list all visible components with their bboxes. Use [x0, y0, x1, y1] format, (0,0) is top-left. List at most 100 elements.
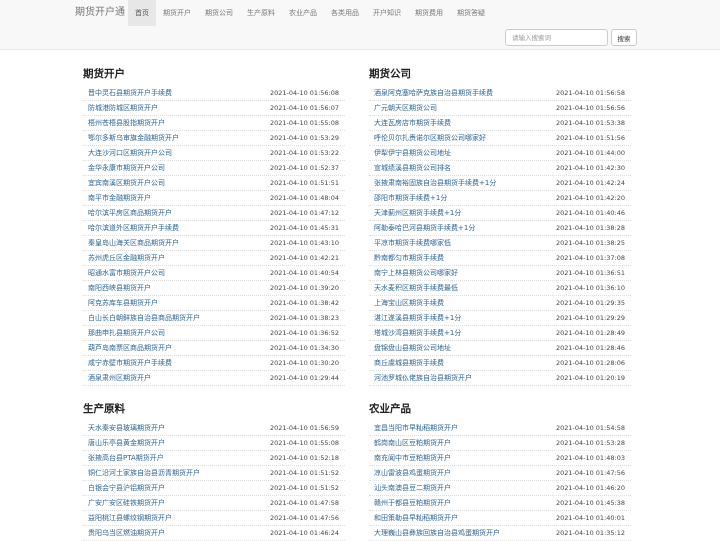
article-link[interactable]: 咸宁赤壁市期货开户手续费 — [83, 358, 172, 368]
article-link[interactable]: 鹤岗南山区豆粕期货开户 — [369, 438, 451, 448]
article-date: 2021-04-10 01:20:19 — [555, 374, 625, 382]
article-link[interactable]: 大连瓦房店市期货手续费 — [369, 118, 451, 128]
list-item: 昭通水富市期货开户公司 2021-04-10 01:40:54 — [83, 266, 345, 281]
list-item: 咸宁赤壁市期货开户手续费 2021-04-10 01:30:20 — [83, 356, 345, 371]
article-link[interactable]: 防城港防城区期货开户 — [83, 103, 158, 113]
article-link[interactable]: 广安广安区硅铁期货开户 — [83, 498, 165, 508]
article-link[interactable]: 大连沙河口区期货开户公司 — [83, 148, 172, 158]
article-link[interactable]: 天水麦积区期货手续费最低 — [369, 283, 458, 293]
article-link[interactable]: 天水秦安县玻璃期货开户 — [83, 423, 165, 433]
article-link[interactable]: 广元朝天区期货公司 — [369, 103, 437, 113]
article-date: 2021-04-10 01:51:52 — [269, 484, 339, 492]
article-date: 2021-04-10 01:52:18 — [269, 454, 339, 462]
nav-item-raw-materials[interactable]: 生产原料 — [240, 0, 282, 26]
article-link[interactable]: 梧州苍梧县股指期货开户 — [83, 118, 165, 128]
article-link[interactable]: 南平市金融期货开户 — [83, 193, 151, 203]
article-list: 宜昌当阳市早籼稻期货开户 2021-04-10 01:54:58 鹤岗南山区豆粕期货… — [369, 421, 631, 541]
article-link[interactable]: 黔南都匀市期货手续费 — [369, 253, 444, 263]
article-link[interactable]: 河池罗城仫佬族自治县期货开户 — [369, 373, 472, 383]
nav-item-account-knowledge[interactable]: 开户知识 — [366, 0, 408, 26]
article-link[interactable]: 张掖高台县PTA期货开户 — [83, 453, 164, 463]
article-link[interactable]: 伊犁伊宁县期货公司地址 — [369, 148, 451, 158]
nav-item-qa[interactable]: 期货答疑 — [450, 0, 492, 26]
list-item: 天津蓟州区期货手续费+1分 2021-04-10 01:40:46 — [369, 206, 631, 221]
list-item: 凉山雷波县鸡蛋期货开户 2021-04-10 01:47:56 — [369, 466, 631, 481]
article-link[interactable]: 苏州虎丘区金融期货开户 — [83, 253, 165, 263]
list-item: 阿克苏库车县期货开户 2021-04-10 01:38:42 — [83, 296, 345, 311]
article-date: 2021-04-10 01:38:23 — [269, 314, 339, 322]
article-link[interactable]: 酒泉肃州区期货开户 — [83, 373, 151, 383]
article-link[interactable]: 邵阳市期货手续费+1分 — [369, 193, 447, 203]
article-link[interactable]: 白银会宁县沪铝期货开户 — [83, 483, 165, 493]
nav-item-fees[interactable]: 期货费用 — [408, 0, 450, 26]
list-item: 商丘虞城县期货手续费 2021-04-10 01:28:06 — [369, 356, 631, 371]
list-item: 汕头南澳县豆二期货开户 2021-04-10 01:46:20 — [369, 481, 631, 496]
list-item: 防城港防城区期货开户 2021-04-10 01:56:07 — [83, 101, 345, 116]
article-link[interactable]: 南充阆中市豆粕期货开户 — [369, 453, 451, 463]
article-link[interactable]: 益阳桃江县螺纹钢期货开户 — [83, 513, 172, 523]
article-link[interactable]: 凉山雷波县鸡蛋期货开户 — [369, 468, 451, 478]
article-link[interactable]: 金华永康市期货开户公司 — [83, 163, 165, 173]
article-link[interactable]: 南宁上林县期货公司哪家好 — [369, 268, 458, 278]
article-link[interactable]: 宜宾南溪区期货开户公司 — [83, 178, 165, 188]
article-link[interactable]: 白山长白朝鲜族自治县商品期货开户 — [83, 313, 200, 323]
article-link[interactable]: 宜昌当阳市早籼稻期货开户 — [369, 423, 458, 433]
article-link[interactable]: 南阳西峡县期货开户 — [83, 283, 151, 293]
list-item: 宜宾南溪区期货开户公司 2021-04-10 01:51:51 — [83, 176, 345, 191]
article-date: 2021-04-10 01:28:46 — [555, 344, 625, 352]
article-date: 2021-04-10 01:38:25 — [555, 239, 625, 247]
list-item: 哈尔滨平房区商品期货开户 2021-04-10 01:47:12 — [83, 206, 345, 221]
nav-item-futures-company[interactable]: 期货公司 — [198, 0, 240, 26]
article-date: 2021-04-10 01:47:56 — [269, 514, 339, 522]
section-futures-account: 期货开户 晋中灵石县期货开户手续费 2021-04-10 01:56:08 防城港防… — [83, 67, 345, 386]
article-link[interactable]: 哈尔滨平房区商品期货开户 — [83, 208, 172, 218]
article-link[interactable]: 阿克苏库车县期货开户 — [83, 298, 158, 308]
section-title: 期货公司 — [369, 68, 411, 80]
list-item: 阿勒泰哈巴河县期货手续费+1分 2021-04-10 01:38:28 — [369, 221, 631, 236]
article-link[interactable]: 唐山乐亭县黄金期货开户 — [83, 438, 165, 448]
section-raw-materials: 生产原料 天水秦安县玻璃期货开户 2021-04-10 01:56:59 唐山乐亭县… — [83, 402, 345, 541]
article-link[interactable]: 汕头南澳县豆二期货开户 — [369, 483, 451, 493]
article-link[interactable]: 平凉市期货手续费哪家低 — [369, 238, 451, 248]
article-link[interactable]: 鄂尔多斯乌审旗金融期货开户 — [83, 133, 179, 143]
article-link[interactable]: 张掖肃南裕固族自治县期货手续费+1分 — [369, 178, 496, 188]
article-link[interactable]: 商丘虞城县期货手续费 — [369, 358, 444, 368]
article-link[interactable]: 晋中灵石县期货开户手续费 — [83, 88, 172, 98]
article-link[interactable]: 呼伦贝尔扎赉诺尔区期货公司哪家好 — [369, 133, 486, 143]
nav-item-home[interactable]: 首页 — [128, 0, 156, 26]
list-item: 天水秦安县玻璃期货开户 2021-04-10 01:56:59 — [83, 421, 345, 436]
article-link[interactable]: 酒泉阿克塞哈萨克族自治县期货手续费 — [369, 88, 493, 98]
article-link[interactable]: 上海宝山区期货手续费 — [369, 298, 444, 308]
article-link[interactable]: 湛江遂溪县期货手续费+1分 — [369, 313, 461, 323]
article-date: 2021-04-10 01:30:20 — [269, 359, 339, 367]
article-date: 2021-04-10 01:36:52 — [269, 329, 339, 337]
search-input[interactable] — [505, 29, 608, 46]
article-link[interactable]: 葫芦岛南票区商品期货开户 — [83, 343, 172, 353]
article-link[interactable]: 大理巍山县彝族回族自治县鸡蛋期货开户 — [369, 528, 500, 538]
article-link[interactable]: 阿勒泰哈巴河县期货手续费+1分 — [369, 223, 475, 233]
list-item: 伊犁伊宁县期货公司地址 2021-04-10 01:44:00 — [369, 146, 631, 161]
list-item: 宜昌当阳市早籼稻期货开户 2021-04-10 01:54:58 — [369, 421, 631, 436]
nav-item-futures-account[interactable]: 期货开户 — [156, 0, 198, 26]
list-item: 唐山乐亭县黄金期货开户 2021-04-10 01:55:08 — [83, 436, 345, 451]
article-link[interactable]: 赣州于都县豆粕期货开户 — [369, 498, 451, 508]
article-link[interactable]: 和田策勒县早籼稻期货开户 — [369, 513, 458, 523]
site-brand[interactable]: 期货开户通 — [75, 0, 125, 26]
article-link[interactable]: 昭通水富市期货开户公司 — [83, 268, 165, 278]
article-link[interactable]: 贵阳乌当区燃油期货开户 — [83, 528, 165, 538]
list-item: 南宁上林县期货公司哪家好 2021-04-10 01:36:51 — [369, 266, 631, 281]
article-link[interactable]: 那曲申扎县期货开户公司 — [83, 328, 165, 338]
nav-item-agriculture[interactable]: 农业产品 — [282, 0, 324, 26]
nav-item-supplies[interactable]: 各类用品 — [324, 0, 366, 26]
article-date: 2021-04-10 01:47:12 — [269, 209, 339, 217]
article-link[interactable]: 塔城沙湾县期货手续费+1分 — [369, 328, 461, 338]
list-item: 广安广安区硅铁期货开户 2021-04-10 01:47:58 — [83, 496, 345, 511]
list-item: 酒泉阿克塞哈萨克族自治县期货手续费 2021-04-10 01:56:58 — [369, 86, 631, 101]
article-link[interactable]: 哈尔滨道外区期货开户手续费 — [83, 223, 179, 233]
search-button[interactable]: 搜索 — [611, 29, 637, 46]
article-link[interactable]: 盘锦盘山县期货公司地址 — [369, 343, 451, 353]
article-link[interactable]: 秦皇岛山海关区商品期货开户 — [83, 238, 179, 248]
article-link[interactable]: 宣城绩溪县期货公司排名 — [369, 163, 451, 173]
article-link[interactable]: 天津蓟州区期货手续费+1分 — [369, 208, 461, 218]
article-link[interactable]: 铜仁沿河土家族自治县沥青期货开户 — [83, 468, 200, 478]
